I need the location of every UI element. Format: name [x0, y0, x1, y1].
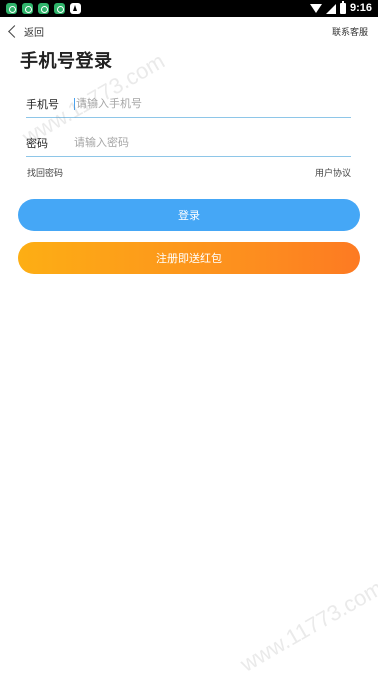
- wifi-icon: [309, 4, 322, 13]
- register-button[interactable]: 注册即送红包: [18, 242, 360, 274]
- password-field: 密码: [26, 129, 351, 157]
- battery-icon: [339, 1, 346, 14]
- page-title: 手机号登录: [20, 51, 113, 71]
- password-label: 密码: [26, 137, 48, 150]
- phone-field: 手机号: [26, 90, 351, 118]
- phone-input[interactable]: [76, 93, 351, 114]
- top-navigation-bar: 返回 联系客服: [0, 18, 378, 44]
- a-letter-icon: [70, 3, 81, 14]
- contact-service-link[interactable]: 联系客服: [332, 25, 368, 38]
- status-bar: 9:16: [0, 0, 378, 17]
- forgot-password-link[interactable]: 找回密码: [27, 166, 63, 179]
- user-agreement-link[interactable]: 用户协议: [315, 166, 351, 179]
- notification-icons: [6, 3, 81, 14]
- app-notification-icon: [6, 3, 17, 14]
- password-input[interactable]: [74, 132, 351, 153]
- chevron-left-icon: [8, 24, 21, 38]
- back-button[interactable]: 返回: [6, 22, 44, 40]
- app-notification-icon: [38, 3, 49, 14]
- app-notification-icon: [22, 3, 33, 14]
- back-label: 返回: [24, 27, 44, 39]
- phone-label: 手机号: [26, 98, 59, 111]
- app-notification-icon: [54, 3, 65, 14]
- watermark: www.11773.com: [236, 575, 378, 674]
- login-button[interactable]: 登录: [18, 199, 360, 231]
- signal-icon: [325, 3, 336, 14]
- system-status: 9:16: [309, 1, 372, 15]
- links-row: 找回密码 用户协议: [27, 166, 351, 180]
- status-time: 9:16: [349, 2, 372, 14]
- text-cursor: [74, 97, 75, 110]
